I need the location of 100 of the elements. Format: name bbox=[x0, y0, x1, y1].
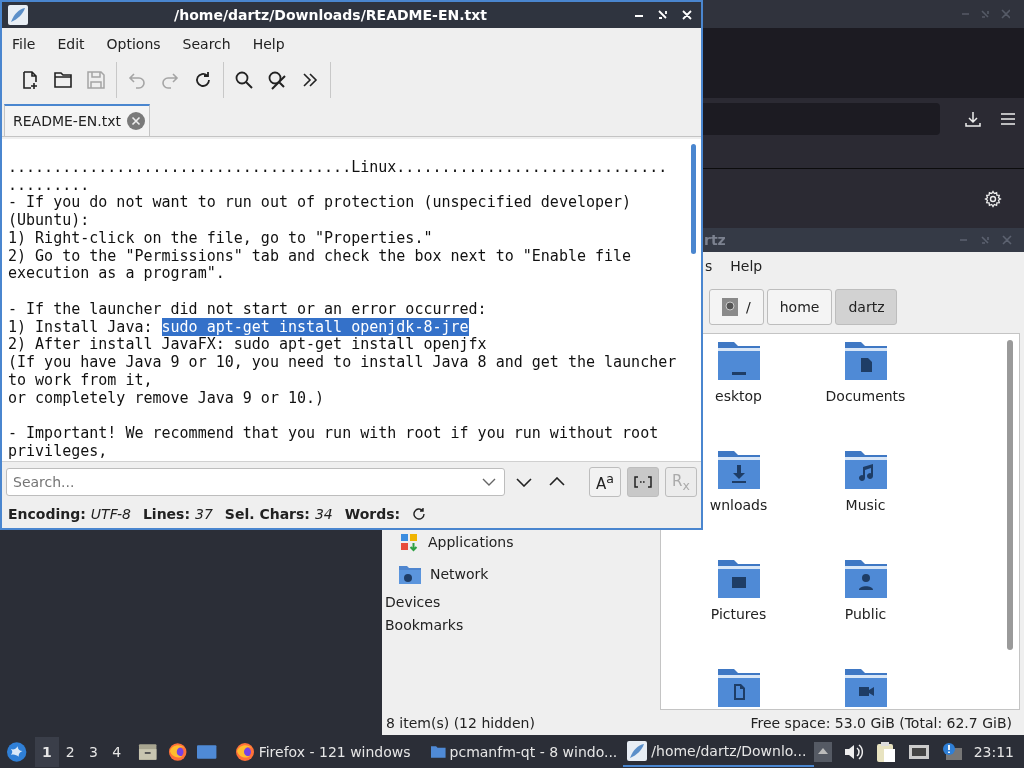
text-line: execution as a program". bbox=[8, 264, 225, 283]
menu-item[interactable]: s bbox=[705, 258, 713, 274]
sidebar-section[interactable]: Devices bbox=[382, 590, 660, 613]
status-item: Words: bbox=[344, 506, 401, 523]
download-icon[interactable] bbox=[964, 110, 982, 128]
sidebar-section[interactable]: Bookmarks bbox=[382, 613, 660, 636]
sidebar-item[interactable]: Network bbox=[382, 558, 660, 590]
menu-item[interactable]: Search bbox=[182, 35, 231, 52]
status-text: 8 item(s) (12 hidden) bbox=[386, 714, 535, 731]
settings-icon[interactable] bbox=[984, 189, 1002, 208]
scrollbar-thumb[interactable] bbox=[690, 143, 696, 254]
folder-icon[interactable] bbox=[717, 669, 760, 707]
file-tab[interactable]: README-EN.txt bbox=[4, 103, 150, 136]
applications-icon bbox=[398, 531, 420, 553]
text-line: (Ubuntu): bbox=[8, 211, 90, 230]
task-button[interactable]: Firefox - 121 windows bbox=[230, 736, 421, 767]
text-line: (If you have Java 9 or 10, you need to install Java 8 and get the launcher bbox=[8, 353, 677, 372]
save-icon bbox=[86, 70, 106, 91]
text-line: - Important! We recommend that you run with root if you run without root bbox=[8, 424, 659, 443]
window-controls-icon[interactable] bbox=[633, 8, 693, 21]
feather-icon bbox=[627, 740, 648, 761]
firefox-icon[interactable] bbox=[167, 741, 188, 762]
window-title: rtz bbox=[704, 232, 726, 248]
free-space-text: Free space: 53.0 GiB (Total: 62.7 GiB) bbox=[750, 714, 1012, 731]
folder-icon[interactable] bbox=[717, 560, 760, 598]
folder-icon[interactable] bbox=[717, 342, 760, 380]
chevron-down-icon bbox=[516, 477, 533, 488]
menu-item[interactable]: Options bbox=[106, 35, 161, 52]
text-line: - If you do not want to run out of protection (unspecified developer) bbox=[8, 193, 632, 212]
redo-icon bbox=[160, 70, 180, 91]
clipboard-icon[interactable] bbox=[875, 740, 896, 763]
folder-icon bbox=[53, 70, 73, 91]
match-case-toggle[interactable]: A$^{a}$ bbox=[589, 467, 621, 498]
scrollbar-thumb[interactable] bbox=[1007, 340, 1013, 650]
path-button[interactable]: home bbox=[766, 288, 833, 325]
volume-icon[interactable] bbox=[843, 742, 864, 761]
task-label: /home/dartz/Downlo... bbox=[651, 742, 807, 759]
refresh-icon[interactable] bbox=[412, 507, 427, 522]
search-icon bbox=[234, 70, 254, 91]
network-folder-icon bbox=[398, 563, 422, 585]
status-item: Lines: 37 bbox=[142, 506, 213, 523]
text-editor[interactable] bbox=[2, 138, 701, 463]
task-button[interactable]: /home/dartz/Downlo... bbox=[623, 736, 814, 767]
folder-icon[interactable] bbox=[717, 451, 760, 489]
text-line: ......... bbox=[8, 175, 90, 194]
workspace-button[interactable]: 4 bbox=[105, 736, 129, 767]
notification-icon[interactable] bbox=[941, 741, 962, 762]
text-line: to work from it, bbox=[8, 370, 153, 389]
file-name: Public bbox=[844, 606, 887, 622]
bracket-icon bbox=[634, 476, 652, 489]
start-menu-icon[interactable] bbox=[6, 740, 28, 763]
folder-icon[interactable] bbox=[844, 669, 887, 707]
text-line: ......................................Linux.............................. bbox=[8, 157, 668, 176]
dropdown-caret-icon[interactable] bbox=[481, 477, 496, 488]
status-item: Encoding: UTF-8 bbox=[8, 506, 131, 523]
feather-icon bbox=[8, 4, 28, 25]
menu-item[interactable]: File bbox=[12, 35, 36, 52]
close-icon[interactable] bbox=[126, 111, 145, 130]
window-title: /home/dartz/Downloads/README-EN.txt bbox=[174, 6, 487, 23]
file-name: wnloads bbox=[709, 497, 768, 513]
workspace-button[interactable]: 2 bbox=[58, 736, 82, 767]
text-line: privileges, bbox=[8, 441, 108, 460]
chevron-up-icon bbox=[549, 477, 566, 488]
file-name: Pictures bbox=[710, 606, 767, 622]
whole-word-toggle[interactable] bbox=[627, 467, 659, 498]
clock: 23:11 bbox=[973, 743, 1014, 760]
menu-icon[interactable] bbox=[1000, 112, 1016, 126]
network-icon[interactable] bbox=[907, 742, 930, 761]
path-button[interactable]: / bbox=[709, 288, 764, 325]
path-button[interactable]: dartz bbox=[835, 288, 898, 325]
search-replace-icon bbox=[267, 70, 287, 91]
text-line: 1) Right-click on the file, go to "Properties." bbox=[8, 228, 433, 247]
selected-text: sudo apt-get install openjdk-8-jre bbox=[161, 317, 469, 336]
sidebar-item[interactable]: Applications bbox=[382, 526, 660, 558]
folder-icon[interactable] bbox=[844, 451, 887, 489]
file-cabinet-icon[interactable] bbox=[138, 741, 158, 762]
workspace-button[interactable]: 1 bbox=[35, 736, 59, 767]
folder-icon[interactable] bbox=[844, 342, 887, 380]
desktop-icon[interactable] bbox=[197, 742, 217, 761]
status-item: Sel. Chars: 34 bbox=[224, 506, 333, 523]
text-line: 2) After install JavaFX: sudo apt-get install openjfx bbox=[8, 335, 487, 354]
drive-icon bbox=[722, 297, 738, 316]
menu-item[interactable]: Help bbox=[252, 35, 285, 52]
task-label: pcmanfm-qt - 8 windo... bbox=[449, 743, 618, 760]
file-name: esktop bbox=[715, 388, 762, 404]
file-name: Documents bbox=[825, 388, 906, 404]
new-file-icon bbox=[20, 70, 40, 91]
search-field[interactable]: Search... bbox=[6, 468, 505, 497]
text-line: - If the launcher did not start or an error occurred: bbox=[8, 299, 487, 318]
folder-icon[interactable] bbox=[844, 560, 887, 598]
text-line: 2) Go to the "Permissions" tab and check the box next to "Enable file bbox=[8, 246, 632, 265]
task-button[interactable]: pcmanfm-qt - 8 windo... bbox=[427, 736, 618, 767]
menu-item[interactable]: Help bbox=[730, 258, 763, 274]
text-line: or completely remove Java 9 or 10.) bbox=[8, 388, 325, 407]
workspace-button[interactable]: 3 bbox=[81, 736, 106, 767]
firefox-icon bbox=[234, 741, 255, 762]
task-label: Firefox - 121 windows bbox=[258, 743, 411, 760]
address-field[interactable] bbox=[700, 103, 940, 135]
file-name: Music bbox=[845, 497, 886, 513]
menu-item[interactable]: Edit bbox=[57, 35, 85, 52]
